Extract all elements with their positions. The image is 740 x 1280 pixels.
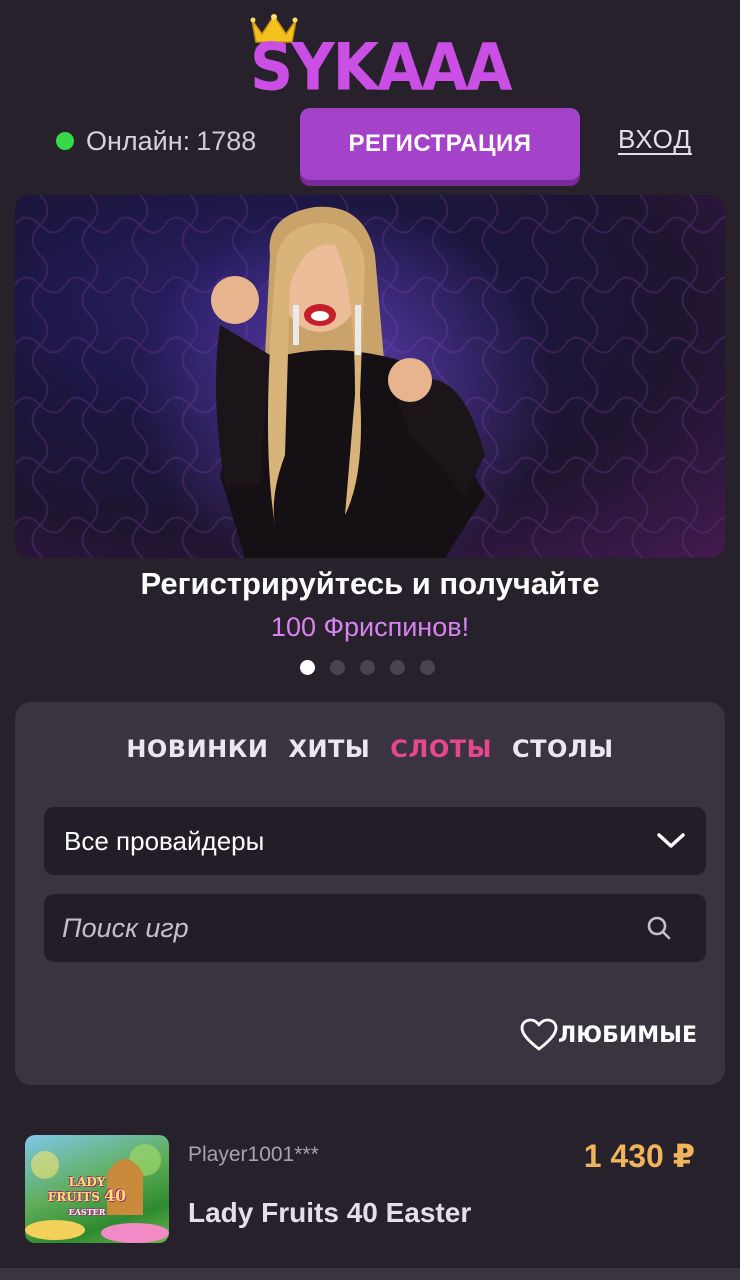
category-tabs: НОВИНКИ ХИТЫ СЛОТЫ СТОЛЫ [15, 735, 725, 763]
game-name[interactable]: Lady Fruits 40 Easter [188, 1197, 471, 1229]
thumbnail-title-number: 40 [104, 1186, 127, 1205]
tab-tables[interactable]: СТОЛЫ [512, 735, 614, 763]
carousel-dot[interactable] [390, 660, 405, 675]
logo[interactable]: SYKAAA [0, 10, 740, 100]
promo-subtitle: 100 Фриспинов! [270, 612, 470, 642]
recent-win-row[interactable]: LADY FRUITS 40 EASTER Player1001*** 1 43… [25, 1135, 715, 1243]
promo-title: Регистрируйтесь и получайте [140, 566, 600, 601]
tab-hits[interactable]: ХИТЫ [288, 735, 370, 763]
online-label: Онлайн: [86, 125, 191, 156]
game-thumbnail[interactable]: LADY FRUITS 40 EASTER [25, 1135, 169, 1243]
carousel-dot[interactable] [330, 660, 345, 675]
carousel-dot[interactable] [300, 660, 315, 675]
search-icon[interactable] [646, 915, 672, 941]
tab-new[interactable]: НОВИНКИ [126, 735, 268, 763]
login-link[interactable]: ВХОД [618, 124, 692, 155]
win-amount: 1 430 ₽ [583, 1138, 695, 1174]
carousel-dots [300, 660, 435, 675]
promo-person-image [135, 205, 555, 558]
search-input[interactable] [62, 912, 646, 944]
thumbnail-title-sub: EASTER [68, 1207, 106, 1217]
online-counter: Онлайн: 1788 [56, 124, 256, 158]
favorites-button[interactable]: ЛЮБИМЫЕ [520, 1018, 697, 1052]
heart-icon [520, 1018, 558, 1051]
online-status-dot [56, 132, 74, 150]
search-box [44, 894, 706, 962]
carousel-dot[interactable] [420, 660, 435, 675]
carousel-dot[interactable] [360, 660, 375, 675]
thumbnail-title-main: LADY FRUITS [47, 1175, 106, 1204]
tab-slots[interactable]: СЛОТЫ [390, 735, 492, 763]
winner-name: Player1001*** [188, 1143, 319, 1166]
provider-select-value: Все провайдеры [64, 825, 265, 856]
favorites-label: ЛЮБИМЫЕ [558, 1022, 697, 1048]
online-count: 1788 [196, 125, 257, 156]
next-row-edge [0, 1268, 740, 1280]
thumbnail-title: LADY FRUITS 40 EASTER [47, 1175, 127, 1219]
register-button[interactable]: РЕГИСТРАЦИЯ [300, 108, 580, 180]
logo-text: SYKAAA [250, 30, 512, 106]
promo-banner[interactable] [15, 195, 725, 558]
games-filter-panel: НОВИНКИ ХИТЫ СЛОТЫ СТОЛЫ Все провайдеры … [15, 702, 725, 1085]
provider-select[interactable]: Все провайдеры [44, 807, 706, 875]
chevron-down-icon [657, 833, 685, 848]
